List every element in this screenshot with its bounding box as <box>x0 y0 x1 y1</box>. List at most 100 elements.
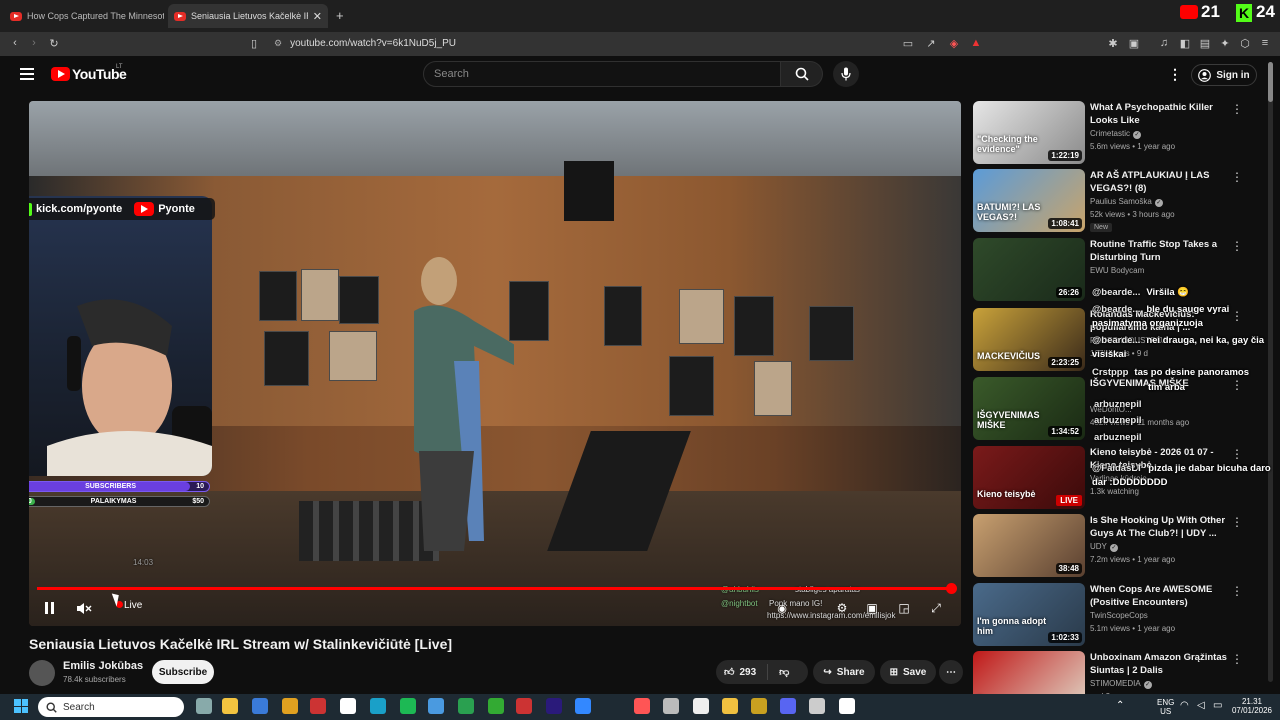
clock[interactable]: 21.31 07/01/2026 <box>1230 697 1274 715</box>
video-thumbnail[interactable]: I'm gonna adopt him 1:02:33 <box>973 583 1085 646</box>
channel-name[interactable]: Emilis Jokūbas <box>63 660 143 672</box>
sheets-icon[interactable] <box>458 698 474 714</box>
media-icon[interactable] <box>839 698 855 714</box>
recommendation-channel[interactable]: UDY ✓ <box>1090 542 1118 552</box>
windows-start-icon[interactable] <box>14 699 28 713</box>
back-arrow-icon[interactable]: ‹ <box>8 36 22 50</box>
subscribe-button[interactable]: Subscribe <box>152 660 214 684</box>
recommendation-title[interactable]: Unboxinam Amazon Grąžintas Siuntas | 2 D… <box>1090 651 1230 677</box>
more-options-icon[interactable]: ⋮ <box>1231 585 1243 599</box>
dislike-button[interactable]: 👎︎ <box>779 666 789 678</box>
new-tab-button[interactable]: + <box>336 8 344 23</box>
recommendation-title[interactable]: Is She Hooking Up With Other Guys At The… <box>1090 514 1230 540</box>
privacy-shield-icon[interactable]: ⬡ <box>1238 36 1252 50</box>
recommendation-title[interactable]: What A Psychopathic Killer Looks Like <box>1090 101 1230 127</box>
youtube-logo-icon[interactable] <box>51 67 70 81</box>
tab-inactive[interactable]: How Cops Captured The Minnesota M <box>4 4 164 28</box>
store-icon[interactable] <box>252 698 268 714</box>
davinci-icon[interactable] <box>516 698 532 714</box>
miniplayer-button[interactable]: ▣ <box>861 599 883 617</box>
paint-icon[interactable] <box>575 698 591 714</box>
video-thumbnail[interactable]: 38:48 <box>973 514 1085 577</box>
reload-icon[interactable]: ↻ <box>47 36 61 50</box>
taskbar-search[interactable]: Search <box>38 697 184 717</box>
wifi-icon[interactable]: ◠ <box>1180 700 1189 711</box>
more-options-icon[interactable]: ⋮ <box>1231 448 1243 462</box>
snipping-icon[interactable] <box>310 698 326 714</box>
recommendation-title[interactable]: Routine Traffic Stop Takes a Disturbing … <box>1090 238 1230 264</box>
tab-close-icon[interactable]: ✕ <box>313 10 322 23</box>
chrome-icon[interactable] <box>282 698 298 714</box>
recommendation-item[interactable]: I'm gonna adopt him 1:02:33 When Cops Are … <box>973 583 1273 649</box>
leo-ai-icon[interactable]: ✦ <box>1218 36 1232 50</box>
video-thumbnail[interactable]: "Checking the evidence" 1:22:19 <box>973 101 1085 164</box>
more-options-icon[interactable]: ⋮ <box>1231 103 1243 117</box>
search-input[interactable]: Search <box>423 61 781 87</box>
vpn-icon[interactable]: ▤ <box>1198 36 1212 50</box>
cast-button[interactable]: ◲ <box>893 599 915 617</box>
more-options-icon[interactable]: ⋮ <box>1231 653 1243 667</box>
photos-icon[interactable] <box>428 698 444 714</box>
task-view-icon[interactable] <box>196 698 212 714</box>
video-thumbnail[interactable]: 26:26 <box>973 238 1085 301</box>
media-icon[interactable]: ♫ <box>1157 36 1171 50</box>
brave-shield-icon[interactable]: ◈ <box>947 36 961 50</box>
recommendation-item[interactable]: 38:48 Is She Hooking Up With Other Guys A… <box>973 514 1273 580</box>
recommendation-channel[interactable]: Crimetastic ✓ <box>1090 129 1142 139</box>
fullscreen-button[interactable]: ⤢ <box>925 599 947 617</box>
video-thumbnail[interactable]: IŠGYVENIMAS MIŠKE 1:34:52 <box>973 377 1085 440</box>
steam-icon[interactable] <box>809 698 825 714</box>
save-button[interactable]: ⊞ Save <box>880 660 936 684</box>
discord-icon[interactable] <box>780 698 796 714</box>
capcut-icon[interactable] <box>340 698 356 714</box>
more-options-icon[interactable]: ⋮ <box>1231 379 1243 393</box>
wallet-icon[interactable]: ▣ <box>1127 36 1141 50</box>
language-indicator[interactable]: ENG US <box>1157 698 1174 716</box>
autoplay-toggle[interactable]: ◉ <box>771 599 793 617</box>
extensions-icon[interactable]: ✱ <box>1106 36 1120 50</box>
video-thumbnail[interactable]: Kieno teisybė LIVE <box>973 446 1085 509</box>
recommendation-channel[interactable]: TwinScopeCops <box>1090 611 1148 620</box>
more-options-icon[interactable]: ⋮ <box>1231 516 1243 530</box>
obs-icon[interactable] <box>663 698 679 714</box>
guide-menu-icon[interactable] <box>20 68 34 80</box>
tab-active[interactable]: Seniausia Lietuvos Kačelkė IRL St ✕ <box>168 4 328 28</box>
settings-dots-icon[interactable]: ⋮ <box>1168 66 1182 83</box>
pause-button[interactable] <box>38 599 60 617</box>
share-button[interactable]: ↪ Share <box>813 660 875 684</box>
volume-icon[interactable]: ◁ <box>1197 700 1205 711</box>
video-thumbnail[interactable]: MACKEVIČIUS 2:23:25 <box>973 308 1085 371</box>
video-progress-bar[interactable] <box>37 583 958 594</box>
channel-avatar[interactable] <box>29 660 55 686</box>
address-bar[interactable]: ⚙ youtube.com/watch?v=6k1NuD5j_PU <box>244 34 994 53</box>
recommendation-channel[interactable]: STIMOMEDIA ✓ <box>1090 679 1152 689</box>
share-icon[interactable]: ↗ <box>924 36 938 50</box>
capcut-icon[interactable] <box>693 698 709 714</box>
live-indicator[interactable]: Live <box>124 600 142 611</box>
cast-icon[interactable]: ▭ <box>901 36 915 50</box>
battery-icon[interactable]: ▭ <box>1213 700 1222 711</box>
tray-overflow-icon[interactable]: ⌃ <box>1116 700 1124 711</box>
recommendation-title[interactable]: When Cops Are AWESOME (Positive Encounte… <box>1090 583 1230 609</box>
voice-search-button[interactable] <box>833 61 859 87</box>
spotify-icon[interactable] <box>400 698 416 714</box>
brave-rewards-icon[interactable]: ▲ <box>969 36 983 50</box>
recommendation-item[interactable]: "Checking the evidence" 1:22:19 What A Psy… <box>973 101 1273 167</box>
video-thumbnail[interactable]: BATUMI?! LAS VEGAS?! 1:08:41 <box>973 169 1085 232</box>
wallet-icon[interactable] <box>722 698 738 714</box>
more-options-icon[interactable]: ⋮ <box>1231 171 1243 185</box>
recommendation-title[interactable]: AR AŠ ATPLAUKIAU Į LAS VEGAS?! (8) <box>1090 169 1230 195</box>
mute-button[interactable] <box>73 599 95 617</box>
more-options-icon[interactable]: ⋮ <box>1231 240 1243 254</box>
recommendation-channel[interactable]: Paulius Samoška ✓ <box>1090 197 1163 207</box>
site-info-icon[interactable]: ⚙ <box>274 38 282 49</box>
search-button[interactable] <box>781 61 823 87</box>
premiere-icon[interactable] <box>546 698 562 714</box>
plex-icon[interactable] <box>751 698 767 714</box>
sign-in-button[interactable]: Sign in <box>1191 64 1257 86</box>
more-actions-button[interactable]: ⋯ <box>939 660 963 684</box>
forward-arrow-icon[interactable]: › <box>27 36 41 50</box>
settings-button[interactable]: ⚙ <box>831 599 853 617</box>
edge-icon[interactable] <box>370 698 386 714</box>
brave-icon[interactable] <box>634 698 650 714</box>
